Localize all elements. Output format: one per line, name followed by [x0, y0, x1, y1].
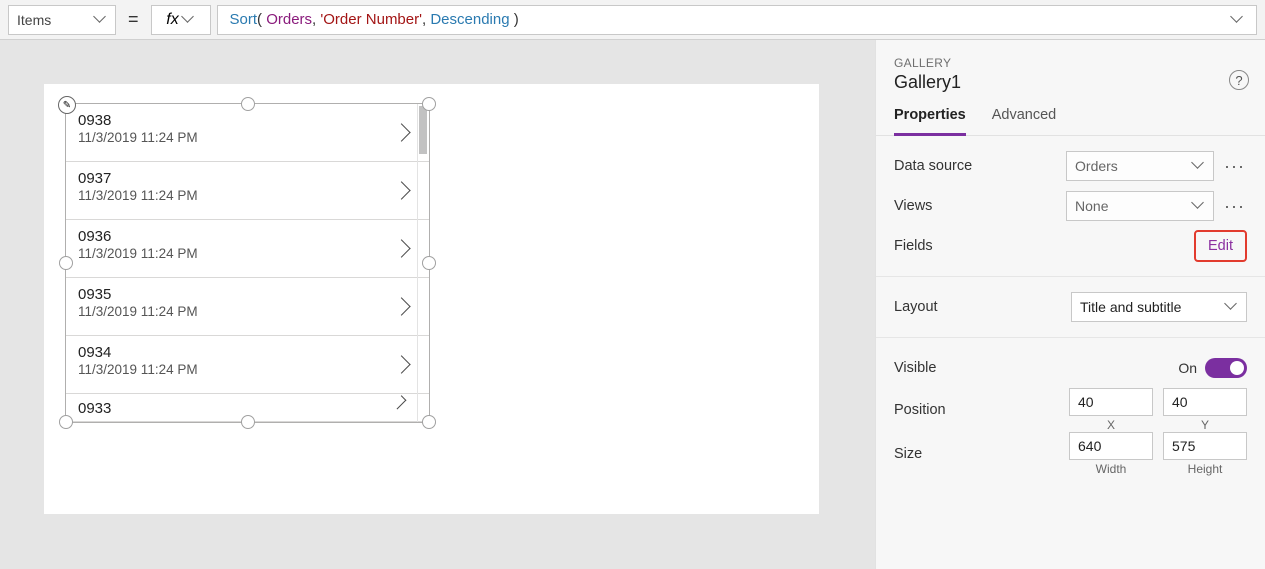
- item-title: 0935: [78, 286, 417, 303]
- tab-properties[interactable]: Properties: [894, 107, 966, 136]
- fields-label: Fields: [894, 238, 933, 254]
- chevron-right-icon[interactable]: [395, 184, 409, 198]
- control-type-label: GALLERY: [894, 56, 1247, 70]
- chevron-right-icon[interactable]: [395, 300, 409, 314]
- chevron-right-icon[interactable]: [395, 401, 409, 415]
- formula-bar: Items = fx Sort( Orders, 'Order Number',…: [0, 0, 1265, 40]
- help-icon[interactable]: ?: [1229, 70, 1249, 90]
- chevron-down-icon: [183, 14, 195, 26]
- section-data: Data source Orders ··· Views None ··· Fi…: [876, 136, 1265, 277]
- resize-handle[interactable]: [422, 256, 436, 270]
- data-source-dropdown[interactable]: Orders: [1066, 151, 1214, 181]
- visible-state: On: [1178, 360, 1197, 376]
- data-source-label: Data source: [894, 158, 972, 174]
- canvas[interactable]: ✎ 0938 11/3/2019 11:24 PM 0937 11/3/2019…: [44, 84, 819, 514]
- chevron-right-icon[interactable]: [395, 358, 409, 372]
- resize-handle[interactable]: [59, 256, 73, 270]
- section-display: Visible On Position 40 X 40 Y Size: [876, 338, 1265, 486]
- list-item[interactable]: 0934 11/3/2019 11:24 PM: [66, 336, 429, 394]
- item-subtitle: 11/3/2019 11:24 PM: [78, 304, 417, 319]
- control-name[interactable]: Gallery1: [894, 72, 1247, 93]
- property-selector-value: Items: [17, 12, 51, 28]
- edit-fields-button[interactable]: Edit: [1194, 230, 1247, 262]
- layout-dropdown[interactable]: Title and subtitle: [1071, 292, 1247, 322]
- position-y-input[interactable]: 40: [1163, 388, 1247, 416]
- pencil-icon[interactable]: ✎: [58, 96, 76, 114]
- chevron-down-icon: [1193, 200, 1205, 212]
- gallery-items: 0938 11/3/2019 11:24 PM 0937 11/3/2019 1…: [66, 104, 429, 422]
- item-subtitle: 11/3/2019 11:24 PM: [78, 130, 417, 145]
- size-label: Size: [894, 446, 922, 462]
- views-value: None: [1075, 198, 1108, 214]
- chevron-down-icon: [1226, 301, 1238, 313]
- visible-label: Visible: [894, 360, 936, 376]
- more-icon[interactable]: ···: [1222, 162, 1247, 170]
- list-item[interactable]: 0937 11/3/2019 11:24 PM: [66, 162, 429, 220]
- properties-panel: GALLERY Gallery1 ? Properties Advanced D…: [875, 40, 1265, 569]
- position-y-label: Y: [1201, 418, 1209, 432]
- item-title: 0938: [78, 112, 417, 129]
- section-layout: Layout Title and subtitle: [876, 277, 1265, 338]
- gallery-control[interactable]: ✎ 0938 11/3/2019 11:24 PM 0937 11/3/2019…: [65, 103, 430, 423]
- scrollbar-thumb[interactable]: [419, 106, 427, 154]
- property-selector[interactable]: Items: [8, 5, 116, 35]
- resize-handle[interactable]: [422, 415, 436, 429]
- layout-label: Layout: [894, 299, 938, 315]
- canvas-area: ✎ 0938 11/3/2019 11:24 PM 0937 11/3/2019…: [0, 40, 875, 569]
- item-subtitle: 11/3/2019 11:24 PM: [78, 362, 417, 377]
- panel-header: GALLERY Gallery1 ?: [876, 40, 1265, 93]
- item-title: 0937: [78, 170, 417, 187]
- size-width-input[interactable]: 640: [1069, 432, 1153, 460]
- resize-handle[interactable]: [241, 97, 255, 111]
- list-item[interactable]: 0936 11/3/2019 11:24 PM: [66, 220, 429, 278]
- item-title: 0934: [78, 344, 417, 361]
- views-label: Views: [894, 198, 932, 214]
- position-label: Position: [894, 402, 946, 418]
- item-title: 0936: [78, 228, 417, 245]
- position-x-input[interactable]: 40: [1069, 388, 1153, 416]
- item-subtitle: 11/3/2019 11:24 PM: [78, 246, 417, 261]
- panel-tabs: Properties Advanced: [876, 93, 1265, 136]
- chevron-down-icon: [95, 14, 107, 26]
- formula-input[interactable]: Sort( Orders, 'Order Number', Descending…: [217, 5, 1257, 35]
- chevron-right-icon[interactable]: [395, 242, 409, 256]
- size-height-input[interactable]: 575: [1163, 432, 1247, 460]
- equals-sign: =: [122, 9, 145, 30]
- size-height-label: Height: [1188, 462, 1223, 476]
- fx-label: fx: [166, 11, 178, 29]
- formula-text: Sort( Orders, 'Order Number', Descending…: [230, 11, 519, 28]
- tab-advanced[interactable]: Advanced: [992, 107, 1057, 135]
- chevron-right-icon[interactable]: [395, 126, 409, 140]
- chevron-down-icon: [1193, 160, 1205, 172]
- resize-handle[interactable]: [422, 97, 436, 111]
- chevron-down-icon[interactable]: [1232, 14, 1244, 26]
- visible-toggle[interactable]: [1205, 358, 1247, 378]
- list-item[interactable]: 0935 11/3/2019 11:24 PM: [66, 278, 429, 336]
- resize-handle[interactable]: [59, 415, 73, 429]
- fx-button[interactable]: fx: [151, 5, 211, 35]
- views-dropdown[interactable]: None: [1066, 191, 1214, 221]
- item-subtitle: 11/3/2019 11:24 PM: [78, 188, 417, 203]
- size-width-label: Width: [1096, 462, 1127, 476]
- position-x-label: X: [1107, 418, 1115, 432]
- data-source-value: Orders: [1075, 158, 1118, 174]
- resize-handle[interactable]: [241, 415, 255, 429]
- list-item[interactable]: 0938 11/3/2019 11:24 PM: [66, 104, 429, 162]
- more-icon[interactable]: ···: [1222, 202, 1247, 210]
- layout-value: Title and subtitle: [1080, 299, 1181, 315]
